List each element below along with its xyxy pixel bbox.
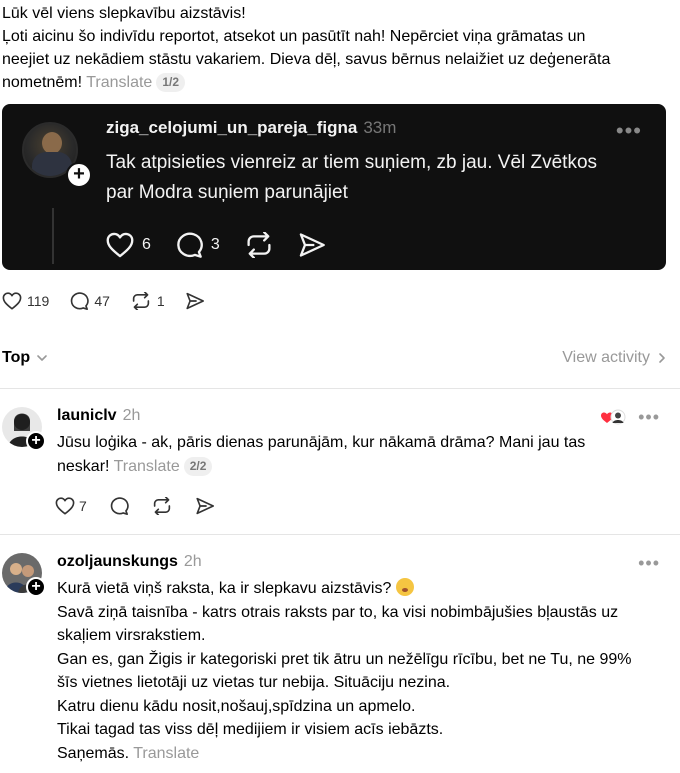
reply-line: neskar! Translate 2/2	[57, 455, 657, 479]
quoted-line: Tak atpisieties vienreiz ar tiem suņiem,…	[106, 152, 598, 173]
repost-button[interactable]	[151, 497, 173, 515]
share-icon	[196, 497, 214, 515]
like-count: 119	[27, 293, 50, 309]
reply-line: Gan es, gan Žigis ir kategoriski pret ti…	[57, 650, 632, 668]
reply-button[interactable]: 3	[175, 232, 220, 258]
page-indicator: 1/2	[156, 73, 185, 92]
reply-username-row: launiclv 2h	[57, 407, 140, 425]
reply-text: Kurā vietā viņš raksta, ka ir slepkavu a…	[57, 577, 657, 765]
heart-icon	[106, 232, 134, 258]
reply-username[interactable]: launiclv	[57, 407, 117, 424]
share-button[interactable]	[298, 232, 326, 258]
view-activity-link[interactable]: View activity	[562, 349, 666, 367]
post-line: neejiet uz nekādiem stāstu vakariem. Die…	[2, 51, 611, 68]
like-button[interactable]: 7	[55, 497, 87, 515]
heart-icon	[2, 292, 22, 310]
reply-timestamp: 2h	[122, 407, 141, 424]
reply-text: Jūsu loģika - ak, pāris dienas parunājām…	[57, 431, 657, 479]
post-line: nometnēm! Translate 1/2	[2, 71, 672, 94]
like-count: 7	[79, 498, 87, 514]
reply-line: skaļiem virsrakstiem.	[57, 627, 206, 644]
share-button[interactable]	[195, 497, 215, 515]
repost-icon	[247, 232, 271, 258]
sort-dropdown[interactable]: Top	[2, 349, 48, 367]
share-icon	[299, 233, 325, 257]
thinking-face-emoji-icon	[395, 578, 414, 596]
sort-label: Top	[2, 349, 31, 366]
page-indicator: 2/2	[183, 457, 213, 476]
reply-line: Savā ziņā taisnība - katrs otrais raksts…	[57, 603, 619, 621]
reply-line: Kurā vietā viņš raksta, ka ir slepkavu a…	[57, 577, 657, 601]
reply-button[interactable]: 47	[69, 292, 110, 310]
share-button[interactable]	[185, 292, 205, 310]
reply-line-text: Saņemās.	[57, 744, 130, 762]
comment-icon	[110, 497, 129, 515]
quoted-line: par Modra suņiem parunājiet	[106, 182, 348, 203]
comment-icon	[177, 232, 203, 258]
share-icon	[186, 292, 204, 310]
repost-button[interactable]: 1	[130, 292, 165, 310]
reply-line: Jūsu loģika - ak, pāris dienas parunājām…	[57, 434, 586, 451]
divider	[0, 388, 680, 389]
repost-icon	[153, 497, 170, 515]
follow-plus-icon[interactable]: +	[26, 431, 46, 451]
post-line-text: nometnēm!	[2, 74, 83, 91]
reply-line-text: Kurā vietā viņš raksta, ka ir slepkavu a…	[57, 580, 392, 597]
repost-button[interactable]	[244, 232, 274, 258]
view-activity-label: View activity	[562, 349, 650, 366]
reply-line: Katru dienu kādu nosit,nošauj,spīdzina u…	[57, 697, 416, 715]
translate-link[interactable]: Translate	[133, 745, 199, 762]
quoted-username-row: ziga_celojumi_un_pareja_figna 33m	[106, 118, 396, 138]
reply-button[interactable]	[109, 497, 129, 515]
more-options-icon[interactable]: •••	[638, 407, 660, 428]
chevron-down-icon	[37, 355, 47, 361]
reply-username-row: ozoljaunskungs 2h	[57, 553, 202, 571]
heart-icon	[55, 497, 75, 515]
reply-username[interactable]: ozoljaunskungs	[57, 553, 178, 570]
post-text: Lūk vēl viens slepkavību aizstāvis! Ļoti…	[2, 2, 672, 94]
post-line: Lūk vēl viens slepkavību aizstāvis!	[2, 5, 246, 22]
repost-count: 1	[156, 293, 165, 309]
reply-timestamp: 2h	[183, 553, 202, 570]
quoted-actions: 6 3	[106, 232, 350, 258]
reply-line: Saņemās. Translate	[57, 742, 657, 766]
reply-line: Tikai tagad tas viss dēļ medijiem ir vis…	[57, 721, 444, 738]
follow-plus-icon[interactable]: +	[26, 577, 46, 597]
post-actions: 119 47 1	[2, 292, 225, 310]
more-options-icon[interactable]: •••	[638, 553, 660, 574]
quoted-username[interactable]: ziga_celojumi_un_pareja_figna	[106, 118, 357, 137]
like-button[interactable]: 119	[2, 292, 49, 310]
like-button[interactable]: 6	[106, 232, 151, 258]
divider	[0, 534, 680, 535]
chevron-right-icon	[659, 353, 665, 363]
quoted-post-card[interactable]: + ziga_celojumi_un_pareja_figna 33m ••• T…	[2, 104, 666, 270]
translate-link[interactable]: Translate	[86, 74, 152, 91]
thread-line	[52, 208, 54, 264]
more-options-icon[interactable]: •••	[616, 118, 642, 144]
replies-filter-bar: Top View activity	[2, 347, 668, 371]
reply-line-text: neskar!	[57, 458, 110, 475]
quoted-timestamp: 33m	[363, 118, 397, 137]
reply-line: šīs vietnes lietotāji uz vietas tur nebi…	[57, 674, 451, 691]
liked-by-author-icon	[600, 409, 626, 425]
like-count: 6	[142, 236, 151, 253]
reply-count: 3	[210, 236, 220, 253]
comment-icon	[71, 292, 89, 310]
reply-count: 47	[94, 293, 110, 309]
translate-link[interactable]: Translate	[114, 458, 180, 475]
repost-icon	[132, 292, 150, 310]
post-line: Ļoti aicinu šo indivīdu reportot, atseko…	[2, 28, 586, 45]
follow-plus-icon[interactable]: +	[66, 162, 92, 188]
reply-actions: 7	[55, 497, 237, 515]
quoted-post-text: Tak atpisieties vienreiz ar tiem suņiem,…	[106, 148, 651, 208]
